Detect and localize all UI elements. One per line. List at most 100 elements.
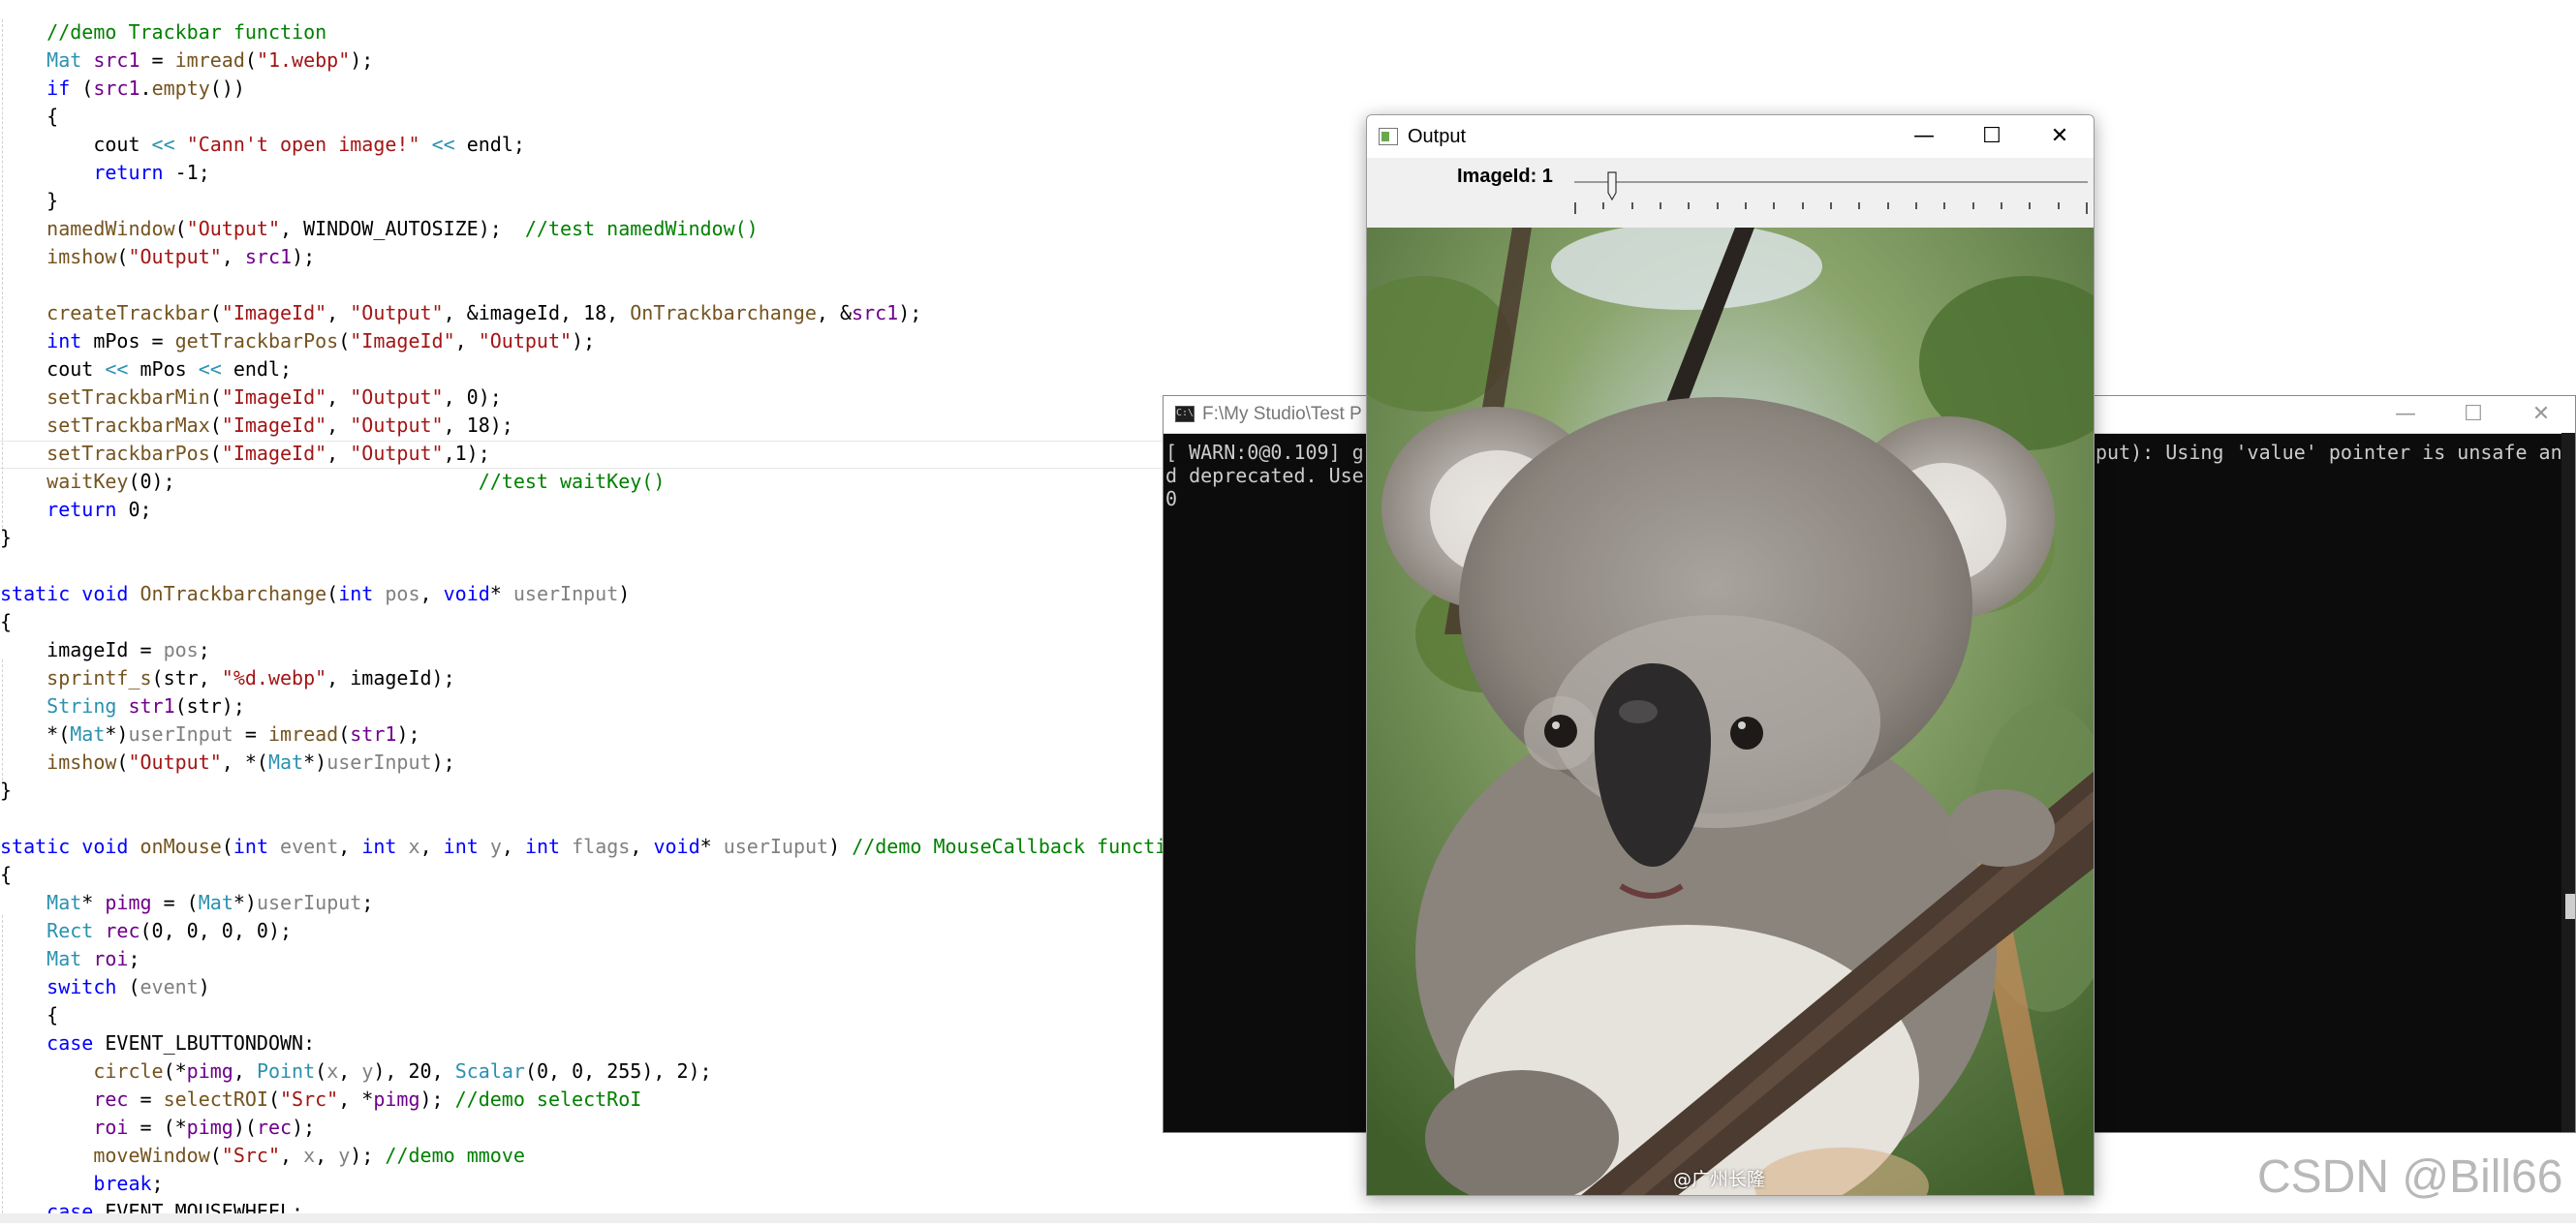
minimize-icon[interactable]: — xyxy=(1890,115,1958,158)
code-token: (0, 0, 0, 0); xyxy=(140,919,293,942)
code-token: = xyxy=(128,1088,164,1111)
console-app-icon: C:\ xyxy=(1175,406,1195,422)
code-token: ) xyxy=(828,835,853,858)
code-token: setTrackbarPos xyxy=(47,442,210,465)
code-token: setTrackbarMax xyxy=(47,414,210,437)
code-token: empty xyxy=(151,77,210,100)
trackbar-tick xyxy=(1631,202,1633,209)
code-token: ); xyxy=(419,1088,455,1111)
trackbar-tick xyxy=(2029,202,2031,209)
code-token: y xyxy=(361,1059,374,1083)
code-token: "ImageId" xyxy=(221,442,327,465)
code-token: , xyxy=(419,835,444,858)
code-token: ); xyxy=(898,301,922,324)
code-token: , xyxy=(454,329,479,352)
code-token: ); xyxy=(350,1144,386,1167)
code-token: sprintf_s xyxy=(47,666,152,690)
code-line: namedWindow("Output", WINDOW_AUTOSIZE); … xyxy=(0,215,759,243)
output-window[interactable]: Output — ☐ ✕ ImageId: 1 @广州长隆 xyxy=(1366,114,2095,1196)
code-token: mPos = xyxy=(81,329,175,352)
code-token: "Output" xyxy=(128,751,222,774)
code-token: pos xyxy=(385,582,420,605)
code-token: (* xyxy=(163,1059,187,1083)
code-line: rec = selectROI("Src", *pimg); //demo se… xyxy=(0,1086,641,1114)
code-token: ()) xyxy=(209,77,245,100)
code-token: str1 xyxy=(350,722,397,746)
code-token: , WINDOW_AUTOSIZE); xyxy=(280,217,525,240)
code-line: return -1; xyxy=(0,159,210,187)
code-line: { xyxy=(0,861,12,889)
opencv-window-icon xyxy=(1379,128,1398,145)
console-scrollbar[interactable] xyxy=(2561,433,2575,1132)
code-token: , xyxy=(338,1059,362,1083)
code-line: roi = (*pimg)(rec); xyxy=(0,1114,315,1142)
code-token: switch xyxy=(47,975,117,998)
code-token: ( xyxy=(267,1088,280,1111)
trackbar-thumb[interactable] xyxy=(1607,171,1617,200)
code-token: Mat xyxy=(70,722,106,746)
code-token: ) xyxy=(618,582,631,605)
code-token: OnTrackbarchange xyxy=(140,582,327,605)
close-icon[interactable]: ✕ xyxy=(2026,115,2094,158)
code-token: //demo Trackbar function xyxy=(47,20,327,44)
output-titlebar[interactable]: Output — ☐ ✕ xyxy=(1367,115,2094,158)
code-token: y xyxy=(489,835,502,858)
code-token: (str, xyxy=(151,666,222,690)
photo-watermark: @广州长隆 xyxy=(1673,1169,1766,1190)
code-token: EVENT_LBUTTONDOWN: xyxy=(93,1031,316,1055)
code-token: << xyxy=(431,133,455,156)
code-token: rec xyxy=(256,1116,293,1139)
horizontal-scrollbar[interactable] xyxy=(0,1213,2576,1223)
code-token: = ( xyxy=(151,891,199,914)
code-token: src1 xyxy=(93,77,140,100)
code-token: static xyxy=(0,835,71,858)
code-token: . xyxy=(140,77,152,100)
code-token: "ImageId" xyxy=(350,329,455,352)
trackbar-tick xyxy=(1972,202,1974,209)
code-token: *) xyxy=(105,722,129,746)
minimize-icon[interactable]: — xyxy=(2372,396,2439,433)
console-line: d deprecated. Use xyxy=(1165,464,1364,487)
trackbar-tick xyxy=(1773,202,1775,209)
code-token: "1.webp" xyxy=(256,48,351,72)
code-token: -1; xyxy=(163,161,210,184)
trackbar-tick xyxy=(2001,202,2002,209)
code-token: , xyxy=(326,385,351,409)
code-token: , xyxy=(280,1144,304,1167)
code-token: Mat xyxy=(198,891,233,914)
code-token: } xyxy=(0,779,13,802)
maximize-icon[interactable]: ☐ xyxy=(2439,396,2507,433)
code-token: , & xyxy=(816,301,853,324)
maximize-icon[interactable]: ☐ xyxy=(1958,115,2026,158)
code-token: ( xyxy=(209,414,222,437)
code-token: "Src" xyxy=(221,1144,281,1167)
code-line: setTrackbarMax("ImageId", "Output", 18); xyxy=(0,412,513,440)
code-token: ); xyxy=(431,751,455,774)
code-token: "Output" xyxy=(350,442,444,465)
close-icon[interactable]: ✕ xyxy=(2507,396,2575,433)
code-token: ( xyxy=(116,975,140,998)
code-line: { xyxy=(0,103,58,131)
code-token: , xyxy=(326,414,351,437)
code-token: , 18); xyxy=(443,414,513,437)
trackbar-track[interactable] xyxy=(1574,181,2088,183)
trackbar-tick xyxy=(2086,202,2088,214)
code-token: Mat xyxy=(267,751,304,774)
scrollbar-thumb[interactable] xyxy=(2565,894,2575,919)
code-token: } xyxy=(0,526,13,549)
code-token: "Output" xyxy=(128,245,222,268)
code-token: Mat xyxy=(47,48,82,72)
code-token: ); xyxy=(396,722,420,746)
koala-photo: @广州长隆 xyxy=(1367,228,2094,1195)
trackbar-ticks xyxy=(1574,202,2088,216)
code-line: return 0; xyxy=(0,496,151,524)
